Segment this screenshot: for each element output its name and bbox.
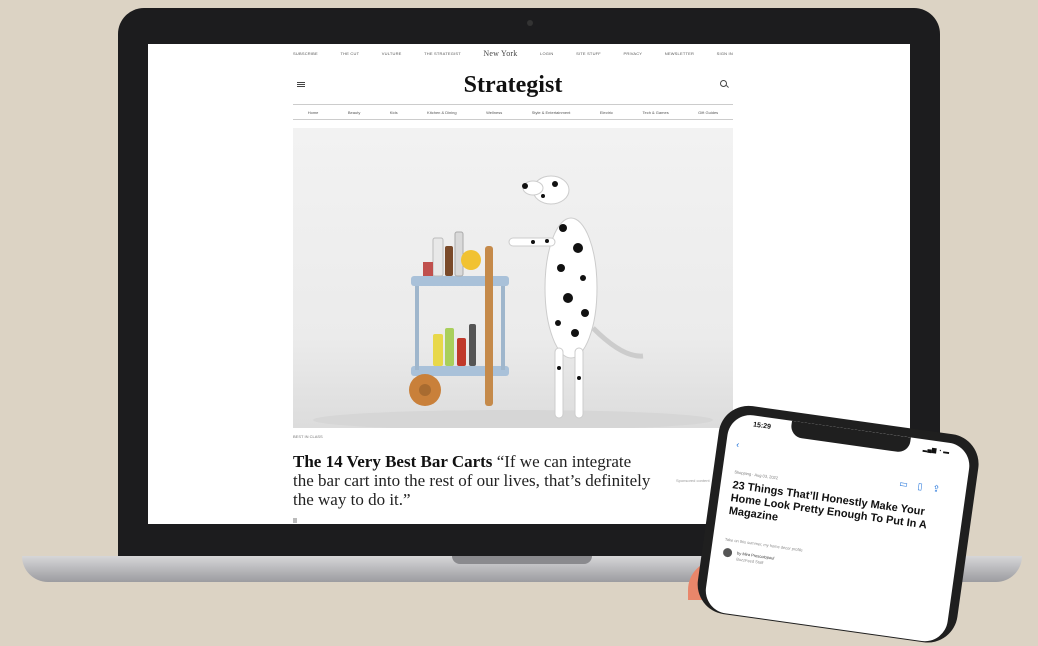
topbar-link-cut[interactable]: THE CUT bbox=[340, 51, 359, 56]
search-icon[interactable] bbox=[720, 80, 727, 87]
nav-item-kids[interactable]: Kids bbox=[390, 110, 398, 115]
nav-item-tech[interactable]: Tech & Games bbox=[642, 110, 668, 115]
masthead: Strategist bbox=[293, 68, 733, 104]
comment-icon[interactable]: ▭ bbox=[899, 478, 919, 490]
article-headline[interactable]: The 14 Very Best Bar Carts “If we can in… bbox=[293, 452, 653, 509]
site-topbar: SUBSCRIBE THE CUT VULTURE THE STRATEGIST… bbox=[293, 48, 733, 58]
topbar-link-signin[interactable]: SIGN IN bbox=[717, 51, 733, 56]
hero-caption: BEST IN CLASS bbox=[293, 434, 323, 439]
nav-item-beauty[interactable]: Beauty bbox=[348, 110, 360, 115]
topbar-link-site[interactable]: SITE STUFF bbox=[576, 51, 601, 56]
topbar-link-subscribe[interactable]: SUBSCRIBE bbox=[293, 51, 318, 56]
phone-toolbar: ▭▯⇪ bbox=[899, 478, 951, 496]
nav-item-electric[interactable]: Electric bbox=[600, 110, 613, 115]
site-logo[interactable]: Strategist bbox=[293, 72, 733, 99]
nav-item-home[interactable]: Home bbox=[308, 110, 319, 115]
topbar-link-login[interactable]: LOGIN bbox=[540, 51, 553, 56]
nav-item-wellness[interactable]: Wellness bbox=[486, 110, 502, 115]
nav-item-gifts[interactable]: Gift Guides bbox=[698, 110, 718, 115]
bar-cart-dog-illustration bbox=[313, 175, 713, 428]
site-nav: Home Beauty Kids Kitchen & Dining Wellne… bbox=[293, 104, 733, 120]
topbar-link-privacy[interactable]: PRIVACY bbox=[624, 51, 643, 56]
headline-title: The 14 Very Best Bar Carts bbox=[293, 452, 493, 471]
phone-time: 15:29 bbox=[752, 421, 772, 431]
bookmark-icon[interactable] bbox=[293, 518, 297, 523]
phone-status-icons: ▂▄▆ ◔ ▬ bbox=[922, 446, 950, 456]
topbar-link-newsletter[interactable]: NEWSLETTER bbox=[665, 51, 694, 56]
laptop-notch bbox=[452, 556, 592, 564]
phone-screen: 15:29 ▂▄▆ ◔ ▬ ‹ ▭▯⇪ Shopping · Aug 03, 2… bbox=[702, 412, 973, 645]
phone-article-dek: Take on this summer, my home decor profi… bbox=[724, 536, 804, 553]
topbar-link-vulture[interactable]: VULTURE bbox=[382, 51, 402, 56]
article-tag[interactable]: Shopping · Aug 03, 2022 bbox=[734, 469, 778, 480]
author-avatar[interactable] bbox=[722, 547, 733, 558]
phone-notch bbox=[789, 420, 911, 454]
phone-frame: 15:29 ▂▄▆ ◔ ▬ ‹ ▭▯⇪ Shopping · Aug 03, 2… bbox=[693, 402, 983, 646]
topbar-link-strategist[interactable]: THE STRATEGIST bbox=[424, 51, 461, 56]
camera-icon bbox=[527, 20, 533, 26]
nav-item-kitchen[interactable]: Kitchen & Dining bbox=[427, 110, 457, 115]
hero-image[interactable] bbox=[293, 128, 733, 428]
topbar-logo[interactable]: New York bbox=[483, 49, 517, 58]
back-chevron-icon[interactable]: ‹ bbox=[736, 439, 740, 449]
share-icon[interactable]: ⇪ bbox=[932, 483, 951, 495]
nav-item-style[interactable]: Style & Entertainment bbox=[532, 110, 571, 115]
